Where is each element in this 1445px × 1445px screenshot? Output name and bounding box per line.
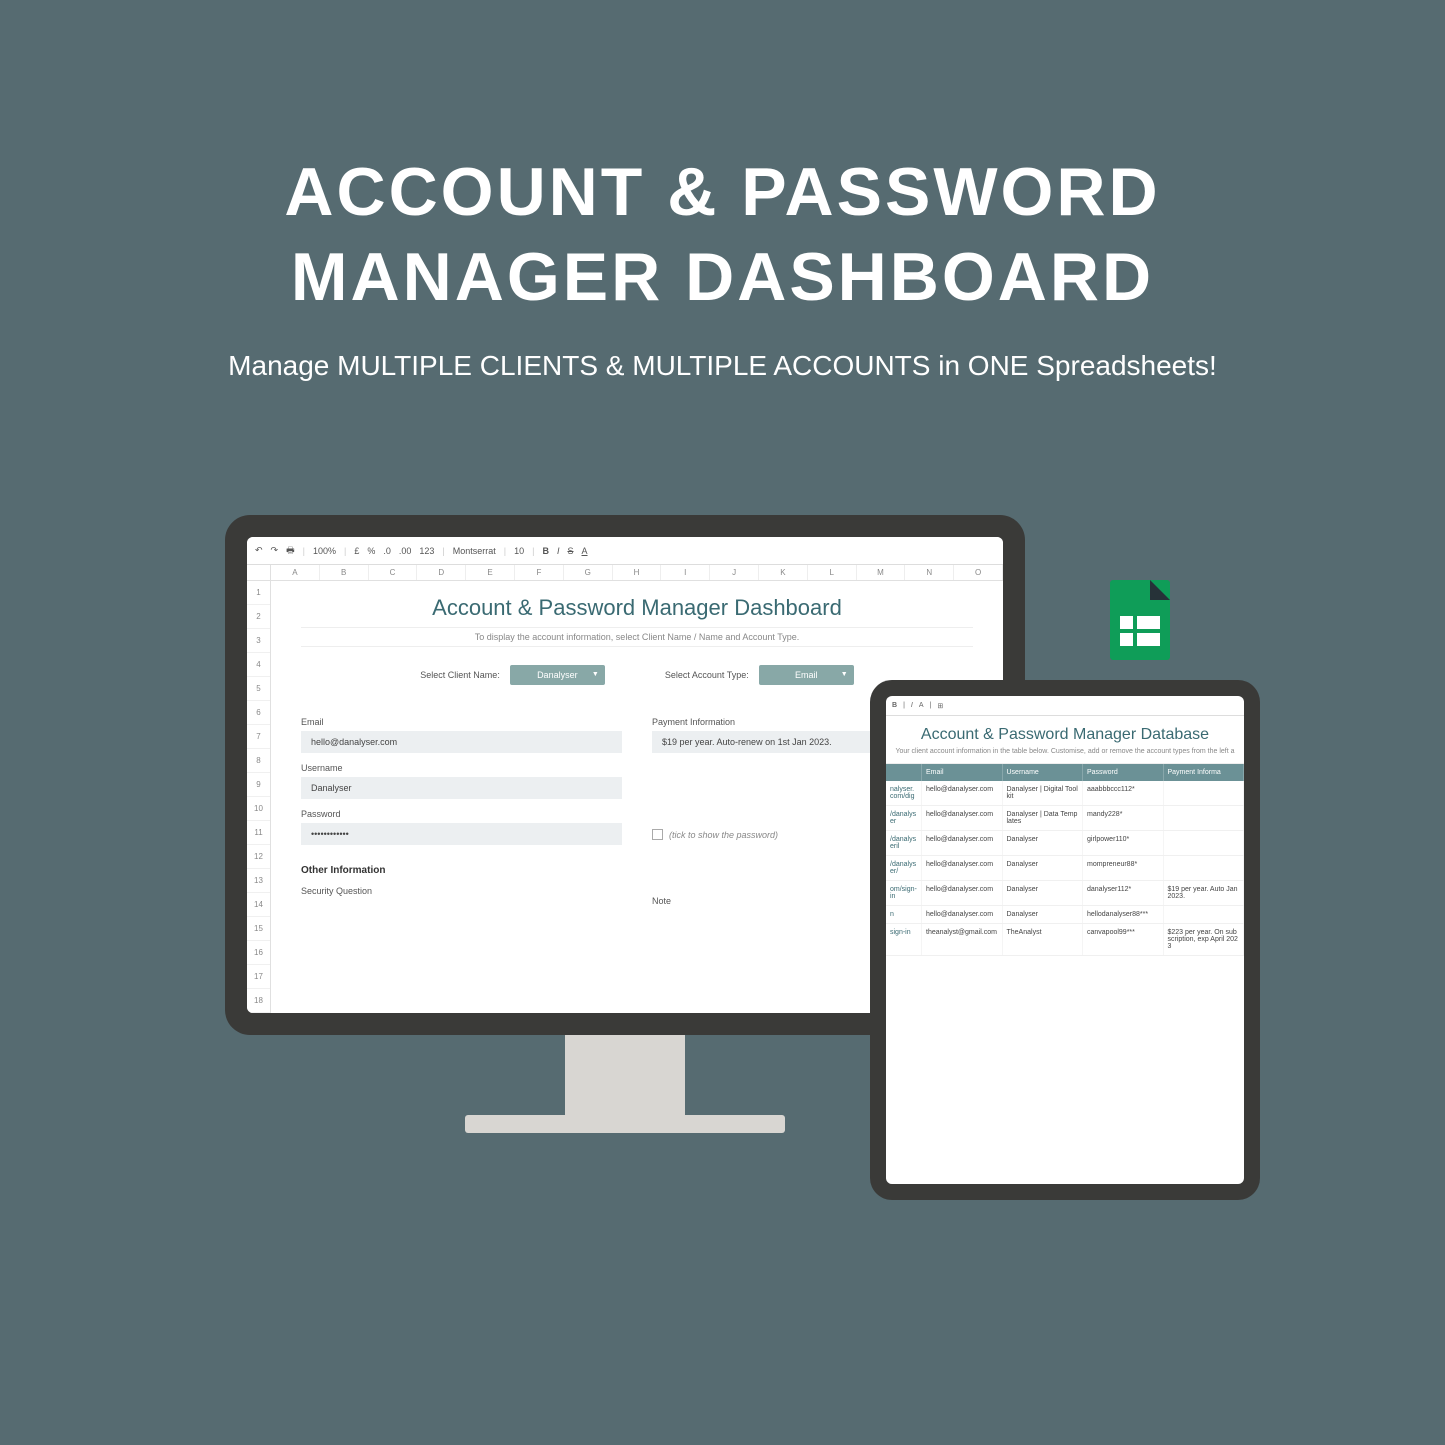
table-row: om/sign-inhello@danalyser.comDanalyserda…	[886, 881, 1244, 906]
number-format-button[interactable]: 123	[419, 546, 434, 556]
table-row: nhello@danalyser.comDanalyserhellodanaly…	[886, 906, 1244, 924]
hero-subtitle: Manage MULTIPLE CLIENTS & MULTIPLE ACCOU…	[0, 350, 1445, 382]
email-value: hello@danalyser.com	[301, 731, 622, 753]
username-value: Danalyser	[301, 777, 622, 799]
database-title: Account & Password Manager Database	[886, 716, 1244, 748]
underline-button[interactable]: A	[919, 702, 924, 709]
sheets-toolbar: ↶ ↷ 🖶 | 100% | £ % .0 .00 123 | Montserr…	[247, 537, 1003, 565]
merge-button[interactable]: ⊞	[937, 702, 943, 710]
font-select[interactable]: Montserrat	[453, 546, 496, 556]
dashboard-title: Account & Password Manager Dashboard	[301, 595, 973, 621]
spreadsheet-database-screen: B | I A | ⊞ Account & Password Manager D…	[886, 696, 1244, 1184]
zoom-select[interactable]: 100%	[313, 546, 336, 556]
font-size-select[interactable]: 10	[514, 546, 524, 556]
client-name-select[interactable]: Danalyser	[510, 665, 605, 685]
database-rows: nalyser.com/dighello@danalyser.comDanaly…	[886, 781, 1244, 956]
hero-section: ACCOUNT & PASSWORD MANAGER DASHBOARD Man…	[0, 150, 1445, 382]
table-row: /danalyserhello@danalyser.comDanalyser |…	[886, 806, 1244, 831]
client-name-label: Select Client Name:	[420, 670, 500, 680]
currency-button[interactable]: £	[354, 546, 359, 556]
password-value: ••••••••••••	[301, 823, 622, 845]
show-password-label: (tick to show the password)	[669, 830, 778, 840]
table-row: sign-intheanalyst@gmail.comTheAnalystcan…	[886, 924, 1244, 956]
text-color-button[interactable]: A	[582, 546, 588, 556]
tablet-toolbar: B | I A | ⊞	[886, 696, 1244, 716]
dashboard-subtitle: To display the account information, sele…	[301, 627, 973, 647]
column-headers: ABCDEFGHIJKLMNO	[247, 565, 1003, 581]
table-row: /danalyserilhello@danalyser.comDanalyser…	[886, 831, 1244, 856]
email-label: Email	[301, 717, 622, 727]
print-icon[interactable]: 🖶	[286, 543, 295, 559]
redo-icon[interactable]: ↷	[271, 545, 279, 556]
show-password-checkbox[interactable]	[652, 829, 663, 840]
italic-button[interactable]: I	[557, 546, 560, 556]
hero-title: ACCOUNT & PASSWORD MANAGER DASHBOARD	[0, 150, 1445, 320]
table-row: nalyser.com/dighello@danalyser.comDanaly…	[886, 781, 1244, 806]
bold-button[interactable]: B	[542, 546, 549, 556]
security-question-label: Security Question	[301, 886, 622, 896]
row-headers: 123456789101112131415161718	[247, 581, 271, 1013]
password-label: Password	[301, 809, 622, 819]
strike-button[interactable]: S	[567, 546, 573, 556]
username-label: Username	[301, 763, 622, 773]
account-type-label: Select Account Type:	[665, 670, 749, 680]
italic-button[interactable]: I	[911, 702, 913, 709]
table-row: /danalyser/hello@danalyser.comDanalyserm…	[886, 856, 1244, 881]
account-type-select[interactable]: Email	[759, 665, 854, 685]
database-subtitle: Your client account information in the t…	[886, 748, 1244, 764]
google-sheets-icon	[1110, 580, 1170, 660]
percent-button[interactable]: %	[367, 546, 375, 556]
database-header-row: EmailUsernamePasswordPayment Informa	[886, 764, 1244, 781]
other-info-heading: Other Information	[301, 865, 622, 876]
bold-button[interactable]: B	[892, 702, 897, 709]
undo-icon[interactable]: ↶	[255, 545, 263, 556]
tablet-mockup: B | I A | ⊞ Account & Password Manager D…	[870, 680, 1260, 1200]
